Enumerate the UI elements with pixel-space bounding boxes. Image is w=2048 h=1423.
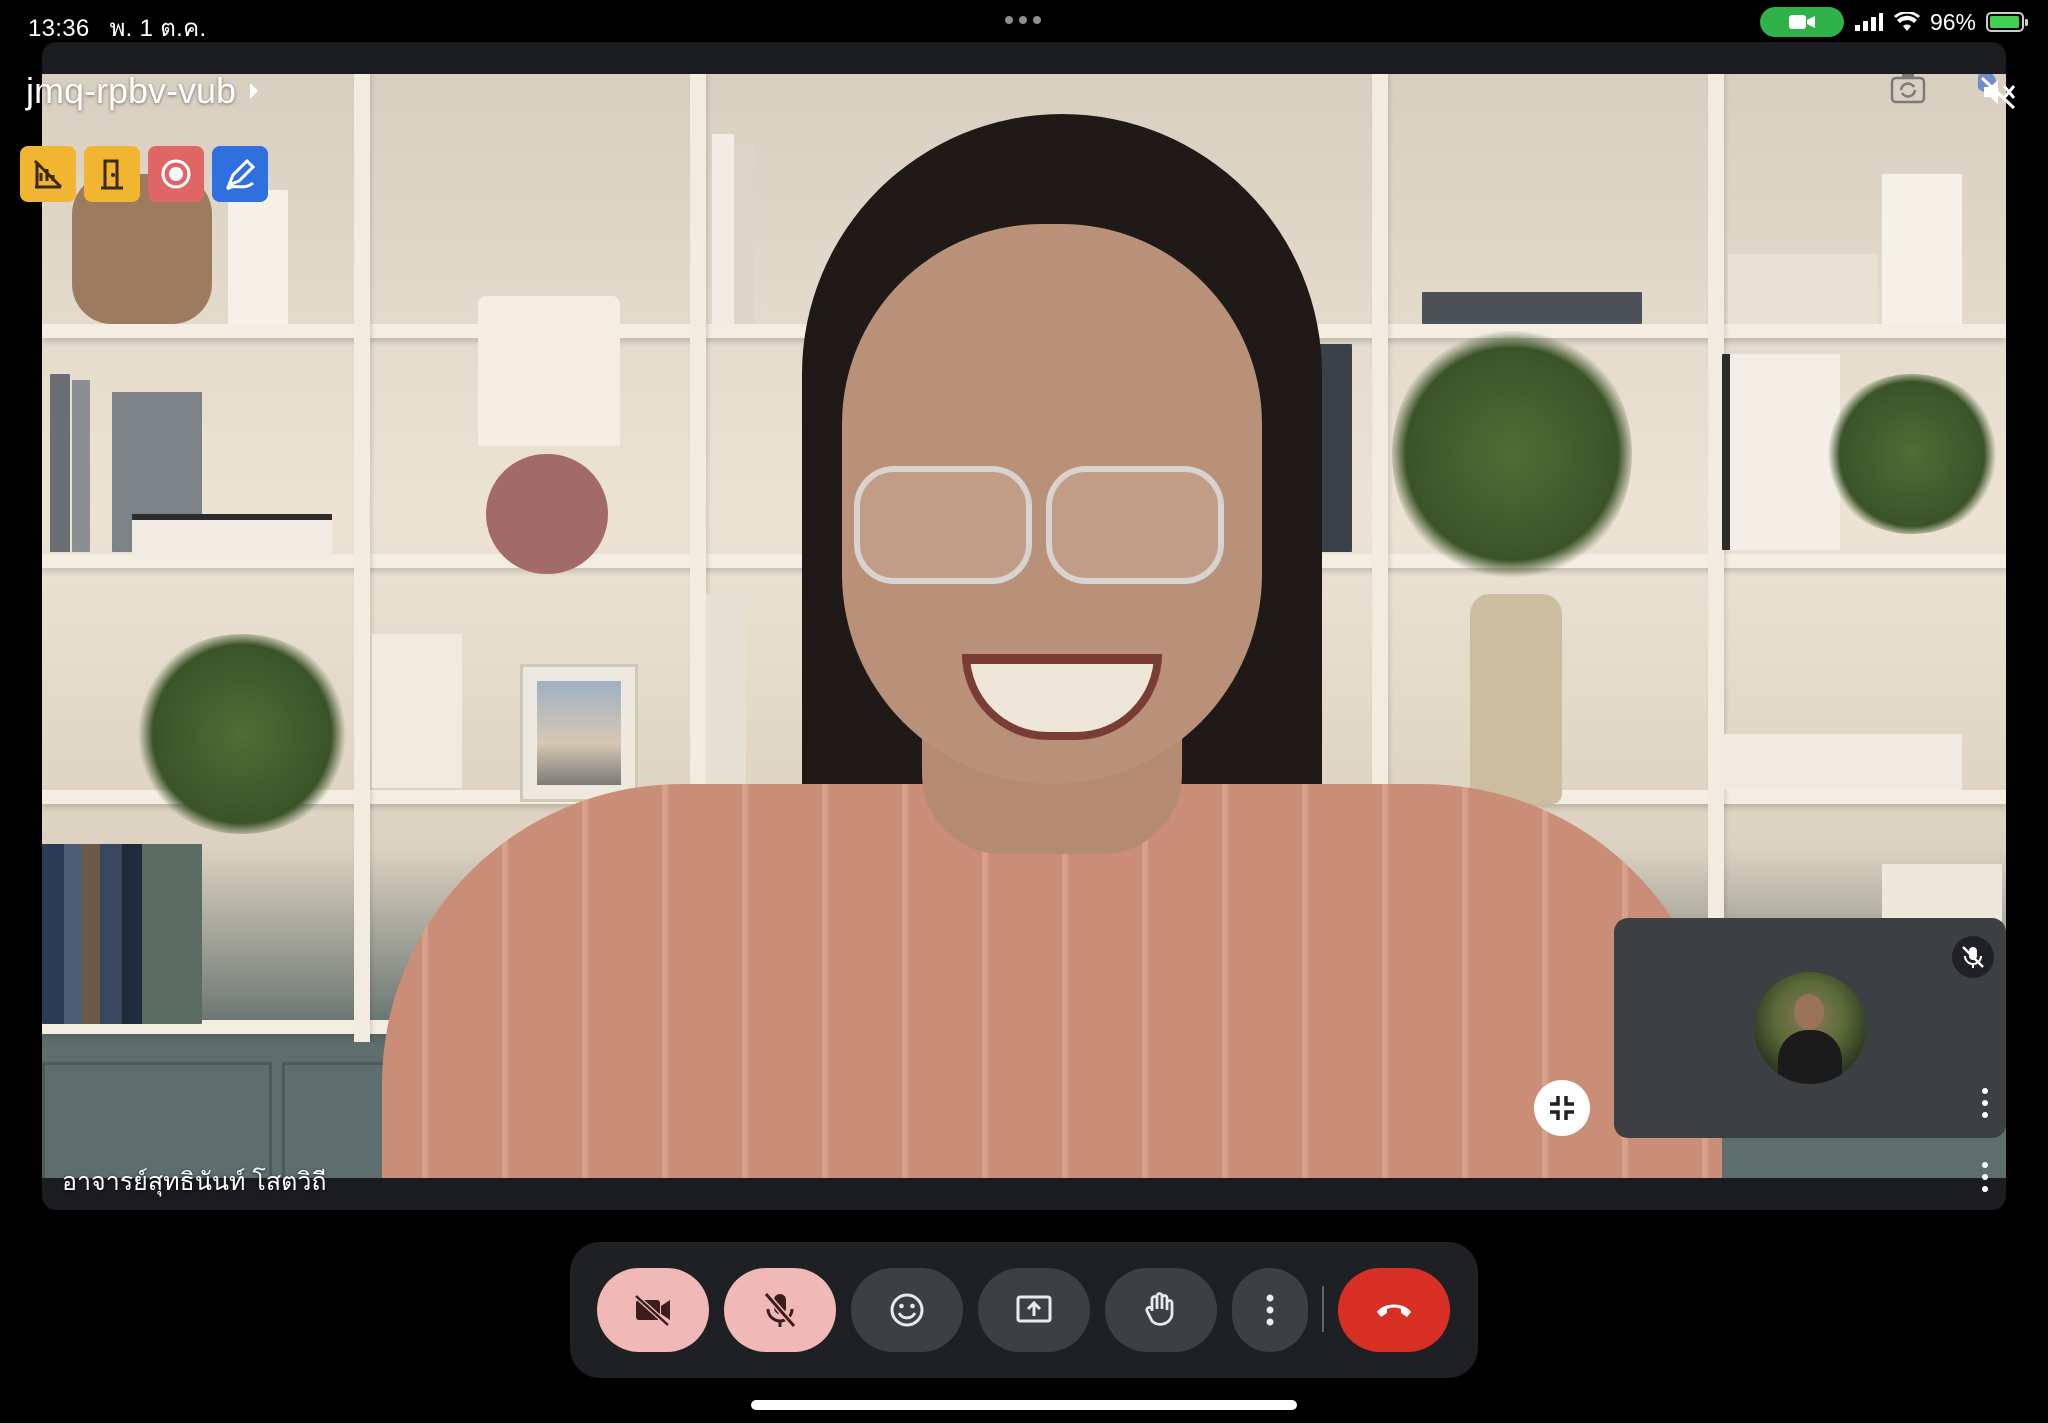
more-vertical-icon <box>1266 1294 1274 1326</box>
host-controls-badges <box>20 146 268 202</box>
status-time: 13:36 <box>28 15 90 42</box>
meeting-code-button[interactable]: jmq-rpbv-vub <box>26 70 259 112</box>
tile-more-options-icon[interactable] <box>1982 1162 1990 1192</box>
glasses-right-lens <box>1046 466 1224 584</box>
lamp-shade <box>478 296 620 446</box>
picture-frame <box>520 664 638 802</box>
door-icon[interactable] <box>84 146 140 202</box>
more-options-button[interactable] <box>1232 1268 1308 1352</box>
status-date: พ. 1 ต.ค. <box>109 15 207 42</box>
storage-box <box>1728 254 1878 324</box>
mic-off-icon <box>763 1292 797 1328</box>
self-view-tile[interactable] <box>1614 918 2006 1138</box>
record-icon[interactable] <box>148 146 204 202</box>
camera-in-use-icon <box>1759 7 1844 37</box>
speaker-muted-icon[interactable] <box>1978 74 2018 110</box>
controls-divider <box>1322 1286 1324 1332</box>
camera-off-button[interactable] <box>597 1268 709 1352</box>
avatar-body <box>1778 1030 1842 1084</box>
book <box>706 594 746 788</box>
meeting-code: jmq-rpbv-vub <box>26 70 237 111</box>
book <box>372 634 462 788</box>
avatar <box>1754 972 1866 1084</box>
cellular-signal-icon <box>1854 13 1883 31</box>
battery-fill <box>1990 16 2019 28</box>
battery-percent: 96% <box>1929 8 1976 35</box>
multitasking-dots-icon[interactable] <box>1005 16 1041 24</box>
book <box>50 374 70 552</box>
status-bar: 13:36 พ. 1 ต.ค. 96% <box>0 0 2048 42</box>
shelf-divider <box>1708 74 1724 1054</box>
mic-muted-icon <box>1952 936 1994 978</box>
book <box>712 134 734 324</box>
book <box>1882 174 1962 324</box>
leave-call-button[interactable] <box>1338 1268 1450 1352</box>
self-view-more-icon[interactable] <box>1982 1088 1990 1118</box>
cabinet-door <box>42 1062 272 1178</box>
battery-charging-icon <box>1986 12 2028 32</box>
avatar-head <box>1794 994 1824 1030</box>
reactions-button[interactable] <box>851 1268 963 1352</box>
collapse-view-button[interactable] <box>1534 1080 1590 1136</box>
hang-up-icon <box>1377 1304 1411 1317</box>
whiteboard-pen-icon[interactable] <box>212 146 268 202</box>
chart-off-icon[interactable] <box>20 146 76 202</box>
present-screen-icon <box>1016 1295 1052 1323</box>
mic-off-button[interactable] <box>724 1268 836 1352</box>
hand-icon <box>1145 1292 1174 1326</box>
chevron-right-icon <box>250 83 259 99</box>
present-button[interactable] <box>978 1268 1090 1352</box>
book <box>734 144 754 324</box>
call-controls-bar <box>570 1242 1478 1378</box>
vase <box>1470 594 1562 804</box>
book-stack <box>132 514 332 558</box>
raise-hand-button[interactable] <box>1105 1268 1217 1352</box>
glasses-left-lens <box>854 466 1032 584</box>
plant <box>1392 324 1632 584</box>
plant <box>132 634 352 834</box>
plant <box>1822 374 2002 534</box>
status-indicators: 96% <box>1759 7 2028 37</box>
book-stack <box>1722 734 1962 790</box>
speaker-name-label: อาจารย์สุทธินันท์ โสตวิถี <box>62 1168 327 1196</box>
home-indicator[interactable] <box>751 1400 1297 1410</box>
book <box>228 190 288 326</box>
video-off-icon <box>634 1294 670 1326</box>
shelf-divider <box>354 74 370 1054</box>
collapse-icon <box>1550 1096 1574 1120</box>
wifi-icon <box>1893 12 1920 31</box>
camera-switch-icon[interactable] <box>1890 72 1926 104</box>
book-stack <box>1422 292 1642 324</box>
book-row <box>42 844 202 1024</box>
lamp-base <box>486 454 608 574</box>
book <box>72 380 90 552</box>
smiley-icon <box>890 1293 924 1327</box>
